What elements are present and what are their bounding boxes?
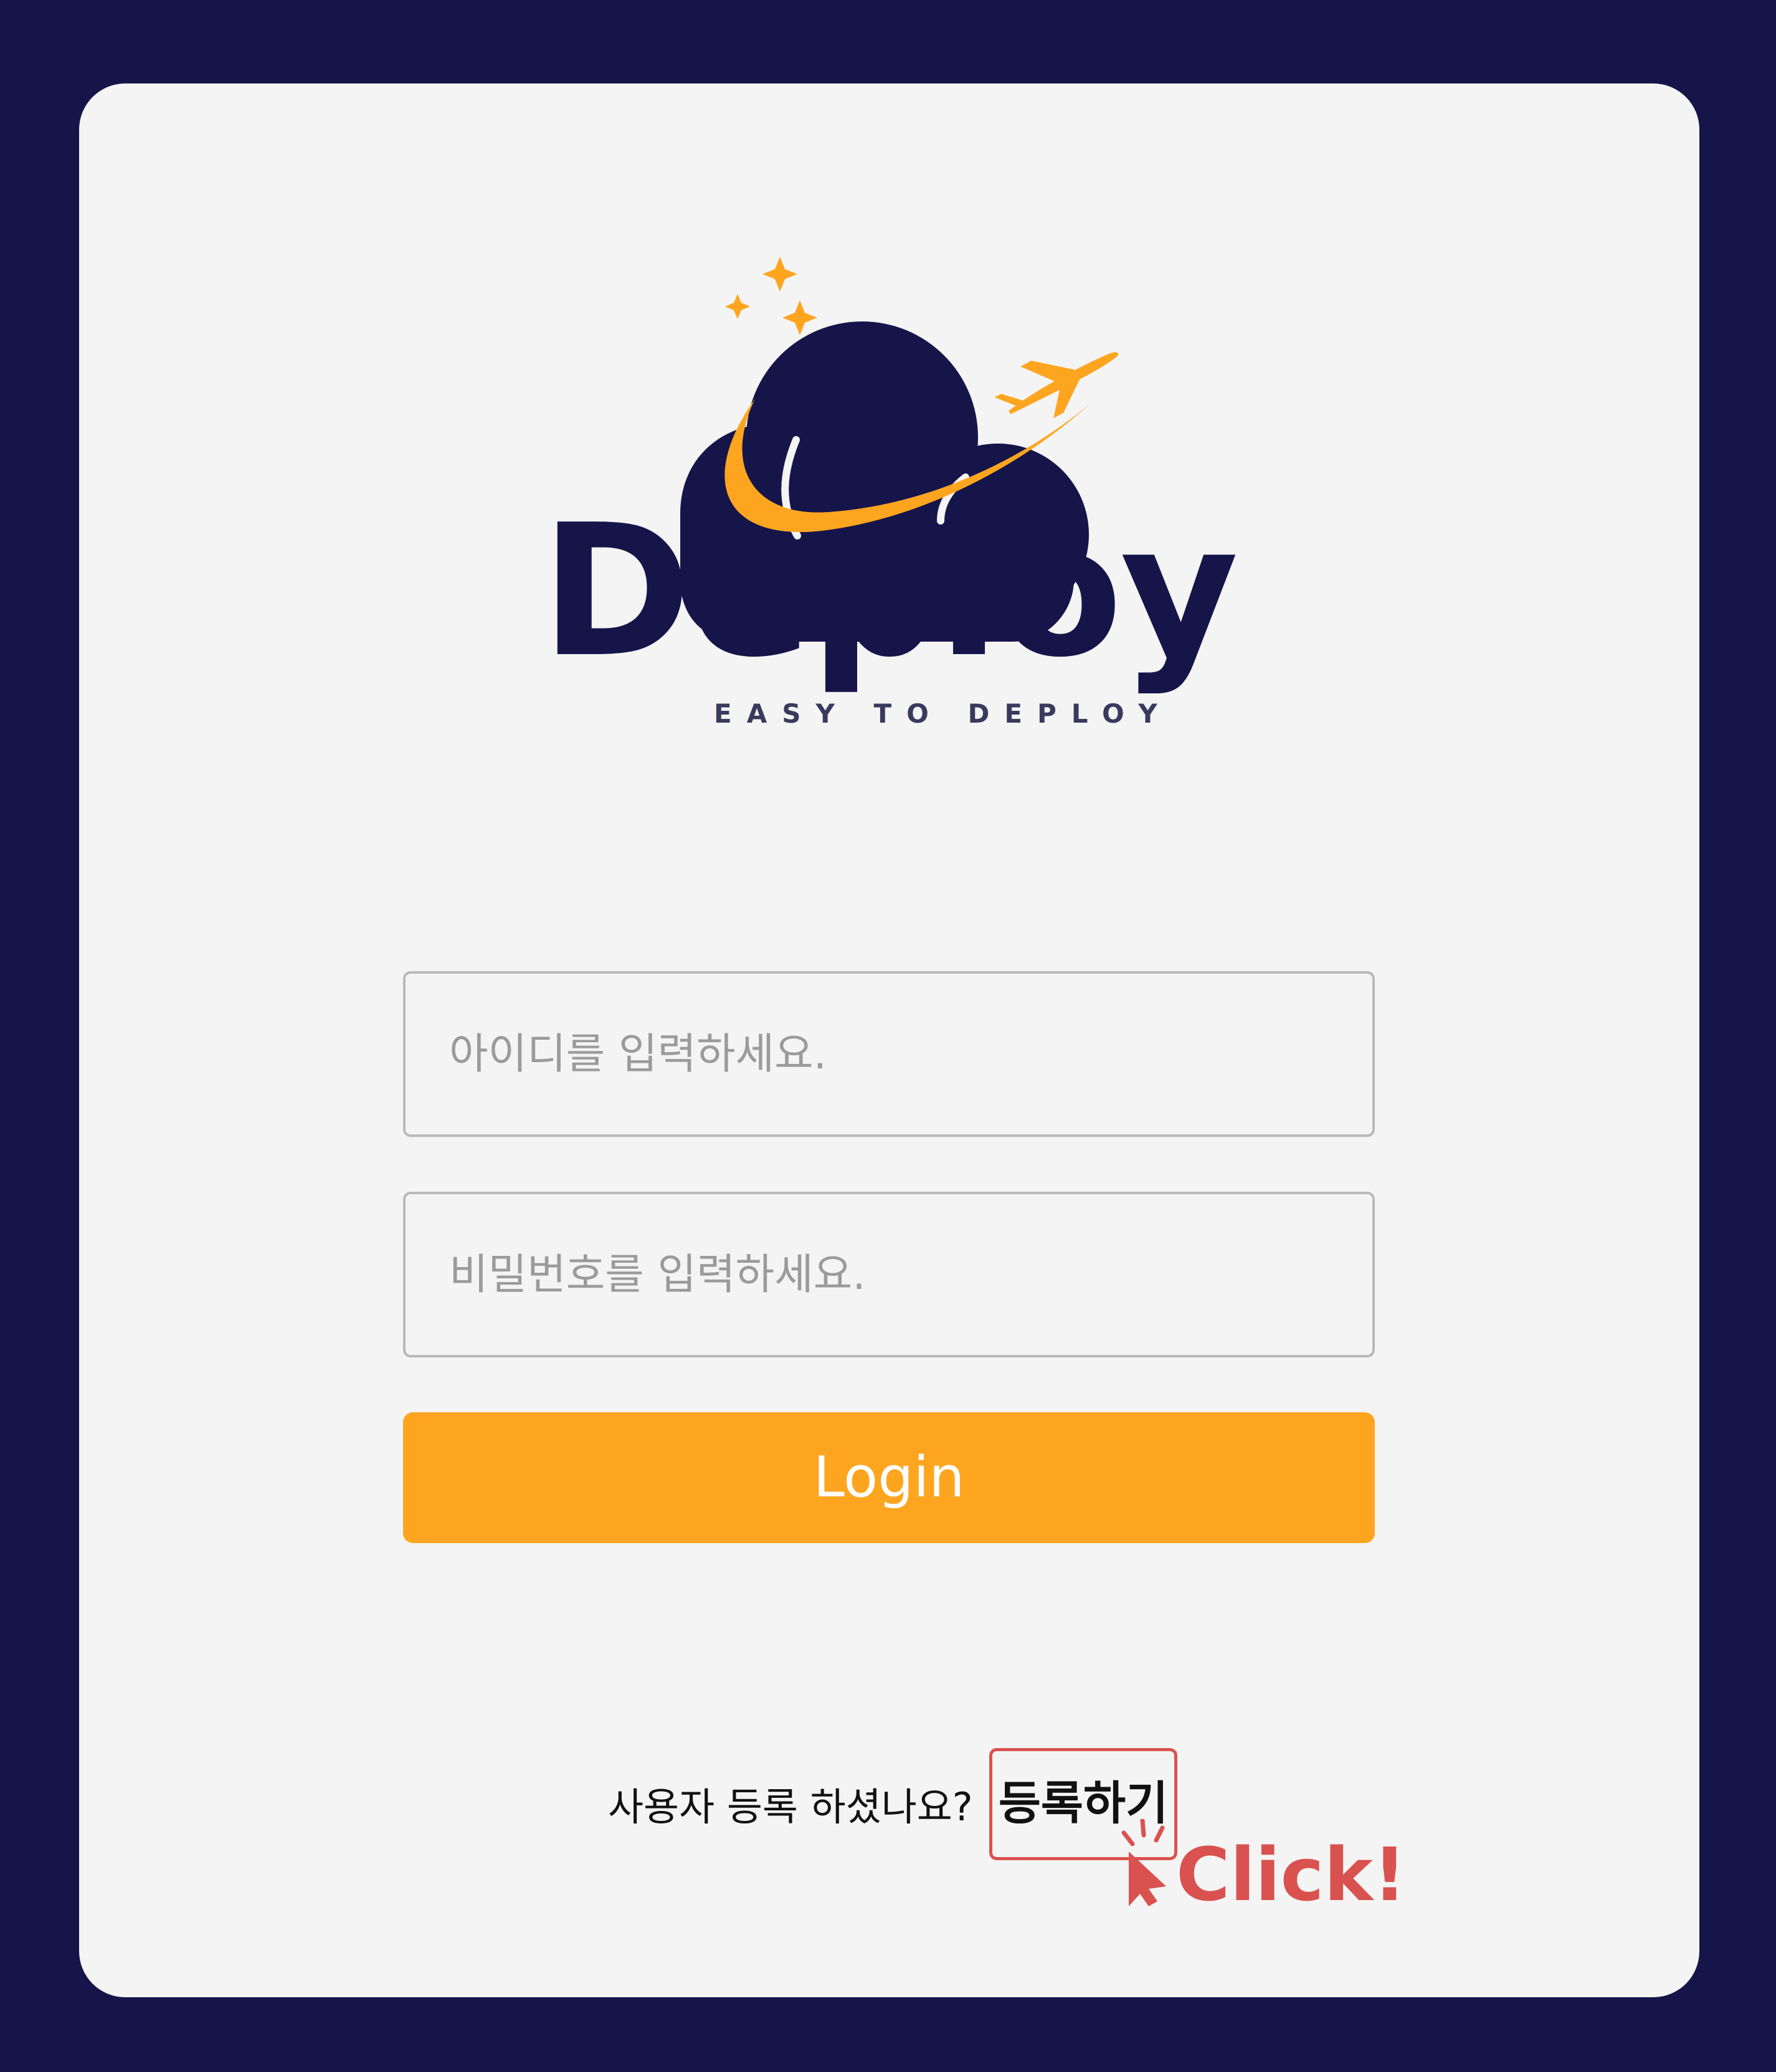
brand-name: DeployZ [541,485,1240,697]
brand-tagline: EASY TO DEPLOY [714,698,1172,729]
cursor-icon [1121,1819,1184,1906]
register-prompt: 사용자 등록 하셨나요? [608,1784,973,1830]
brand-logo: DeployZ EASY TO DEPLOY [536,243,1240,748]
sparkle-icon [725,257,817,335]
click-callout: Click! [1176,1832,1407,1918]
airplane-icon [994,352,1119,419]
id-input[interactable] [403,971,1375,1137]
password-input[interactable] [403,1192,1375,1357]
login-button[interactable]: Login [403,1412,1375,1543]
